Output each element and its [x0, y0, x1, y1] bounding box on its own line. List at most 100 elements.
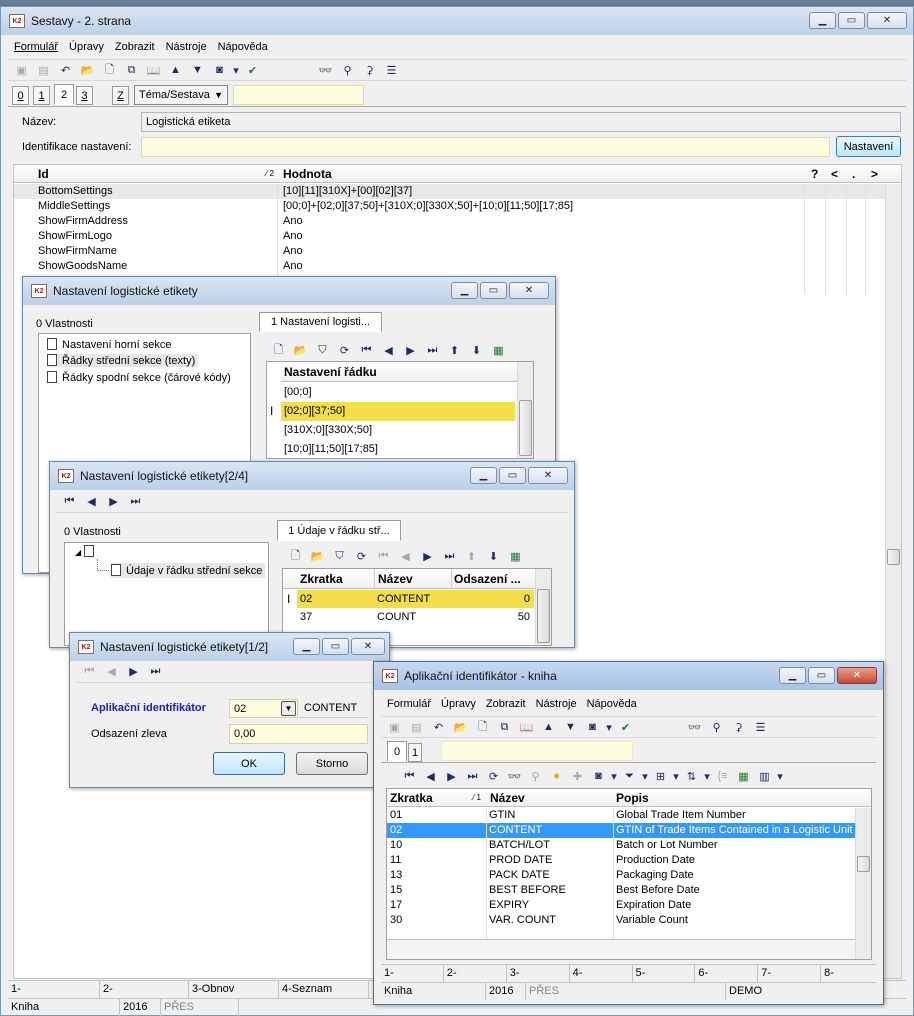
- table-row[interactable]: [00;0]: [267, 383, 533, 402]
- w1-tab-nastaveni[interactable]: 1 Nastavení logisti...: [259, 312, 382, 332]
- refresh-icon[interactable]: ⟳: [335, 341, 354, 359]
- menu-upravy[interactable]: Úpravy: [441, 698, 476, 710]
- col-q-header[interactable]: ?: [811, 167, 818, 181]
- ai-select[interactable]: 02 ▼: [229, 699, 298, 718]
- ident-field[interactable]: [141, 137, 830, 157]
- sort-icon[interactable]: ⇅: [682, 767, 701, 785]
- star-icon[interactable]: ✶: [547, 767, 566, 785]
- ok-button[interactable]: OK: [213, 752, 285, 775]
- fkey-3[interactable]: 3-: [507, 965, 570, 982]
- tree-root[interactable]: ◢: [75, 545, 99, 558]
- scrollbar-thumb[interactable]: [887, 549, 900, 565]
- menu-zobrazit[interactable]: Zobrazit: [115, 41, 155, 53]
- chevron-down-icon[interactable]: ▼: [281, 701, 296, 716]
- table-row[interactable]: 17 EXPIRY Expiration Date: [387, 898, 871, 913]
- fkey-8[interactable]: 8-: [821, 965, 876, 982]
- pin-icon[interactable]: ✚: [568, 767, 587, 785]
- camera-icon[interactable]: ◙: [589, 767, 608, 785]
- w1-vlastnosti[interactable]: 0 Vlastnosti: [36, 318, 93, 330]
- arrow-up-icon[interactable]: ⬆: [462, 547, 481, 565]
- binoculars-icon[interactable]: 👓: [316, 61, 335, 79]
- fkey-2[interactable]: 2-: [100, 981, 189, 998]
- w2-titlebar[interactable]: K2 Nastavení logistické etikety[2/4] ▁ ▭…: [50, 462, 574, 490]
- next-record-icon[interactable]: ▶: [124, 663, 143, 681]
- prev-record-icon[interactable]: ◀: [102, 663, 121, 681]
- report-icon[interactable]: ▥: [755, 767, 774, 785]
- columns-icon[interactable]: ⊞: [651, 767, 670, 785]
- last-record-icon[interactable]: ⏭: [423, 341, 442, 359]
- dropdown-arrow-icon[interactable]: ▾: [776, 767, 784, 785]
- close-button[interactable]: ✕: [867, 12, 907, 29]
- new-document-icon[interactable]: 🗋: [286, 547, 305, 565]
- open-folder-icon[interactable]: 📂: [451, 718, 470, 736]
- minimize-button[interactable]: ▁: [293, 638, 320, 655]
- arrow-down-icon[interactable]: ▼: [188, 61, 207, 79]
- table-row[interactable]: ShowFirmAddress Ano: [14, 214, 901, 229]
- fkey-5[interactable]: 5-: [633, 965, 696, 982]
- next-record-icon[interactable]: ▶: [401, 341, 420, 359]
- find-next-icon[interactable]: ⚲: [707, 718, 726, 736]
- menu-nastroje[interactable]: Nástroje: [166, 41, 207, 53]
- table-row[interactable]: BottomSettings [10][11][310X]+[00][02][37…: [14, 184, 901, 199]
- col-nastaveni-radku[interactable]: Nastavení řádku: [284, 365, 377, 379]
- last-record-icon[interactable]: ⏭: [463, 767, 482, 785]
- new-document-icon[interactable]: 🗋: [473, 718, 492, 736]
- arrow-up-icon[interactable]: ⬆: [445, 341, 464, 359]
- table-row-selected[interactable]: I 02 CONTENT 0: [283, 590, 551, 608]
- camera-icon[interactable]: ◙: [583, 718, 602, 736]
- table-row[interactable]: 10 BATCH/LOT Batch or Lot Number: [387, 838, 871, 853]
- col-popis[interactable]: Popis: [616, 791, 649, 805]
- first-record-icon[interactable]: ⏮: [60, 493, 79, 511]
- list-icon[interactable]: ☰: [751, 718, 770, 736]
- save-all-icon[interactable]: ▤: [34, 61, 53, 79]
- tab-0[interactable]: 0: [12, 86, 29, 105]
- open-folder-icon[interactable]: 📂: [308, 547, 327, 565]
- first-record-icon[interactable]: ⏮: [357, 341, 376, 359]
- next-record-icon[interactable]: ▶: [418, 547, 437, 565]
- save-icon[interactable]: ▣: [385, 718, 404, 736]
- last-record-icon[interactable]: ⏭: [146, 663, 165, 681]
- menu-napoveda[interactable]: Nápověda: [587, 698, 637, 710]
- close-button[interactable]: ✕: [351, 638, 385, 655]
- save-icon[interactable]: ▣: [12, 61, 31, 79]
- col-gt-header[interactable]: >: [871, 167, 878, 181]
- fkey-1[interactable]: 1-: [381, 965, 444, 982]
- maximize-button[interactable]: ▭: [480, 282, 507, 299]
- arrow-down-icon[interactable]: ▼: [561, 718, 580, 736]
- menu-upravy[interactable]: Úpravy: [69, 41, 104, 53]
- minimize-button[interactable]: ▁: [451, 282, 478, 299]
- excel-icon[interactable]: ✔: [243, 61, 262, 79]
- dropdown-arrow-icon[interactable]: ▾: [641, 767, 649, 785]
- col-lt-header[interactable]: <: [831, 167, 838, 181]
- first-record-icon[interactable]: ⏮: [80, 663, 99, 681]
- w4-tab-1[interactable]: 1: [408, 743, 422, 762]
- dropdown-arrow-icon[interactable]: ▾: [605, 718, 613, 736]
- scrollbar-thumb[interactable]: [519, 400, 532, 456]
- fkey-4[interactable]: 4-Seznam: [279, 981, 369, 998]
- maximize-button[interactable]: ▭: [838, 12, 865, 29]
- refresh-icon[interactable]: ⟳: [352, 547, 371, 565]
- next-record-icon[interactable]: ▶: [104, 493, 123, 511]
- menu-formular[interactable]: Formulář: [387, 698, 431, 710]
- w3-titlebar[interactable]: K2 Nastavení logistické etikety[1/2] ▁ ▭…: [70, 633, 389, 661]
- tab-2[interactable]: 2: [54, 84, 74, 105]
- tree-item[interactable]: Nastavení horní sekce: [47, 338, 171, 351]
- camera-icon[interactable]: ◙: [210, 61, 229, 79]
- binoculars-icon[interactable]: 👓: [505, 767, 524, 785]
- col-dot-header[interactable]: .: [852, 167, 855, 181]
- arrow-down-icon[interactable]: ⬇: [484, 547, 503, 565]
- open-folder-icon[interactable]: 📂: [78, 61, 97, 79]
- nastaveni-button[interactable]: Nastavení: [836, 136, 901, 157]
- table-row[interactable]: 30 VAR. COUNT Variable Count: [387, 913, 871, 928]
- open-folder-icon[interactable]: 📂: [291, 341, 310, 359]
- col-zkratka[interactable]: Zkratka: [390, 791, 433, 805]
- excel-icon[interactable]: ▦: [489, 341, 508, 359]
- close-button[interactable]: ✕: [837, 667, 877, 684]
- storno-button[interactable]: Storno: [296, 752, 368, 775]
- filter-icon[interactable]: ⏷: [620, 767, 639, 785]
- col-zkratka[interactable]: Zkratka: [300, 572, 343, 586]
- scrollbar-thumb[interactable]: [857, 856, 870, 872]
- fkey-2[interactable]: 2-: [444, 965, 507, 982]
- col-nazev[interactable]: Název: [378, 572, 413, 586]
- prev-record-icon[interactable]: ◀: [396, 547, 415, 565]
